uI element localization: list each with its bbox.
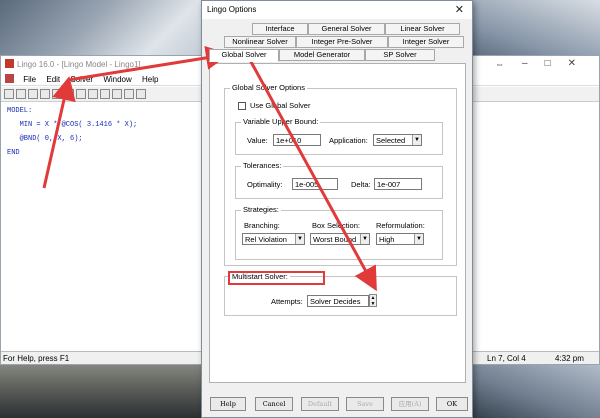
annotation-arrows xyxy=(42,45,377,292)
annotation-arrow-global-tab xyxy=(67,45,230,82)
annotation-arrow-solver-menu xyxy=(42,76,76,189)
annotation-arrow-multistart xyxy=(248,59,377,292)
tab-global-solver[interactable]: Global Solver xyxy=(209,49,279,62)
